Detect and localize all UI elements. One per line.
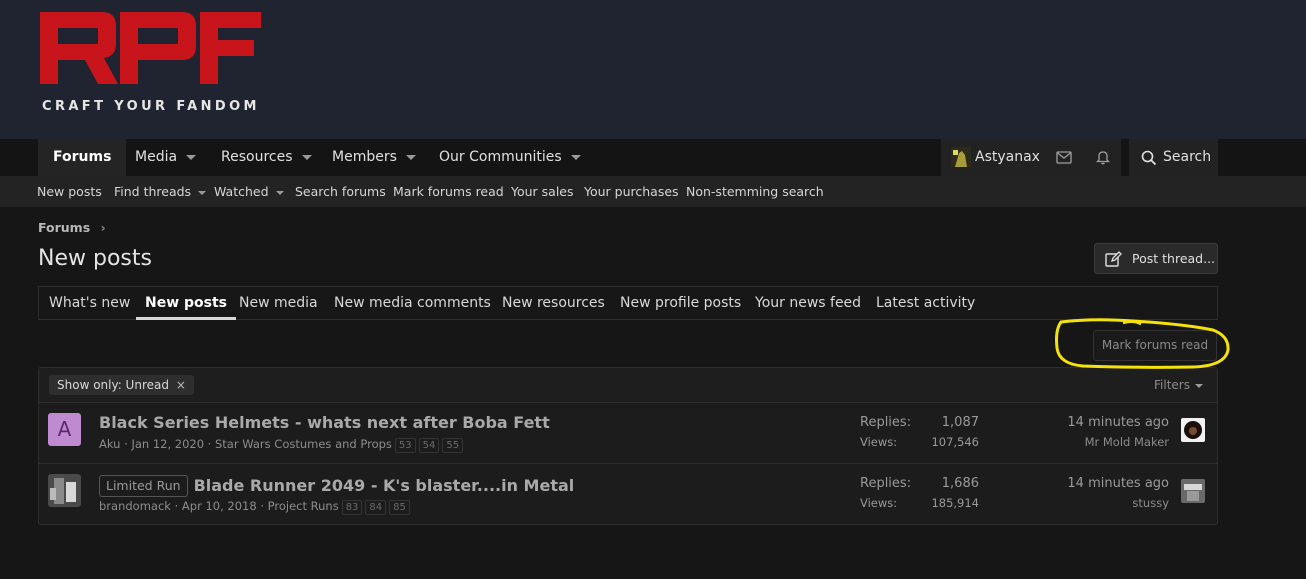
- thread-author[interactable]: Aku: [99, 437, 120, 451]
- subnav-watched[interactable]: Watched: [214, 176, 284, 207]
- last-post-time[interactable]: 14 minutes ago: [1067, 476, 1169, 491]
- user-account[interactable]: Astyanax: [949, 139, 1049, 176]
- last-post-user[interactable]: Mr Mold Maker: [1085, 435, 1169, 449]
- nav-resources[interactable]: Resources: [221, 139, 312, 176]
- page-title: New posts: [38, 246, 152, 271]
- highlight-annotation: [1055, 318, 1230, 369]
- last-post-user[interactable]: stussy: [1132, 496, 1169, 510]
- thread-row: A Black Series Helmets - whats next afte…: [39, 402, 1217, 463]
- avatar[interactable]: [1181, 479, 1205, 503]
- subnav-your-purchases[interactable]: Your purchases: [584, 176, 679, 207]
- tab-new-media[interactable]: New media: [239, 287, 318, 320]
- views-label: Views:: [860, 496, 898, 510]
- tab-latest-activity[interactable]: Latest activity: [876, 287, 975, 320]
- close-icon[interactable]: ×: [176, 378, 186, 392]
- avatar[interactable]: [1181, 418, 1205, 442]
- page-link[interactable]: 54: [418, 438, 440, 453]
- subnav-search-forums[interactable]: Search forums: [295, 176, 386, 207]
- subnav-new-posts[interactable]: New posts: [37, 176, 102, 207]
- tab-new-profile-posts[interactable]: New profile posts: [620, 287, 741, 320]
- chevron-down-icon[interactable]: [405, 154, 416, 160]
- thread-meta: brandomack · Apr 10, 2018 · Project Runs…: [99, 499, 410, 515]
- subnav-mark-forums-read[interactable]: Mark forums read: [393, 176, 504, 207]
- chevron-down-icon[interactable]: [570, 154, 581, 160]
- chevron-down-icon[interactable]: [301, 154, 312, 160]
- thread-forum[interactable]: Project Runs: [268, 499, 339, 513]
- tab-new-media-comments[interactable]: New media comments: [334, 287, 491, 320]
- thread-date[interactable]: Apr 10, 2018: [182, 499, 257, 513]
- filter-chip-unread[interactable]: Show only: Unread ×: [49, 375, 194, 395]
- chevron-down-icon[interactable]: [198, 190, 207, 195]
- site-header: CRAFT YOUR FANDOM: [0, 0, 1306, 139]
- replies-label: Replies:: [860, 415, 912, 430]
- thread-author[interactable]: brandomack: [99, 499, 171, 513]
- page-link[interactable]: 83: [341, 500, 363, 515]
- edit-icon: [1105, 251, 1122, 267]
- page-link[interactable]: 55: [442, 438, 464, 453]
- breadcrumb: Forums ›: [38, 220, 106, 235]
- whats-new-tabs: What's new New posts New media New media…: [38, 286, 1218, 320]
- thread-title[interactable]: Black Series Helmets - whats next after …: [99, 413, 550, 432]
- nav-members[interactable]: Members: [332, 139, 416, 176]
- thread-row: Limited Run Blade Runner 2049 - K's blast…: [39, 463, 1217, 524]
- sub-nav: New posts Find threads Watched Search fo…: [0, 176, 1306, 207]
- chevron-right-icon: ›: [100, 220, 106, 235]
- thread-prefix[interactable]: Limited Run: [99, 475, 188, 497]
- views-count: 107,546: [931, 435, 979, 449]
- page-link[interactable]: 85: [389, 500, 410, 515]
- tab-new-posts[interactable]: New posts: [136, 287, 237, 320]
- username: Astyanax: [975, 149, 1040, 165]
- replies-label: Replies:: [860, 476, 912, 491]
- user-bar: Astyanax: [941, 139, 1121, 176]
- tab-whats-new[interactable]: What's new: [49, 287, 130, 320]
- avatar: [951, 147, 971, 167]
- views-count: 185,914: [931, 496, 979, 510]
- chevron-down-icon[interactable]: [186, 154, 197, 160]
- subnav-non-stemming-search[interactable]: Non-stemming search: [686, 176, 824, 207]
- replies-count: 1,686: [941, 476, 979, 491]
- thread-forum[interactable]: Star Wars Costumes and Props: [215, 437, 392, 451]
- subnav-find-threads[interactable]: Find threads: [114, 176, 207, 207]
- search-icon: [1141, 150, 1157, 166]
- thread-meta: Aku · Jan 12, 2020 · Star Wars Costumes …: [99, 437, 464, 453]
- logo-tagline: CRAFT YOUR FANDOM: [42, 99, 260, 114]
- nav-media[interactable]: Media: [135, 139, 197, 176]
- chevron-down-icon[interactable]: [275, 190, 284, 195]
- post-thread-button[interactable]: Post thread...: [1094, 243, 1218, 274]
- filter-bar: Show only: Unread × Filters: [39, 368, 1217, 403]
- last-post-time[interactable]: 14 minutes ago: [1067, 415, 1169, 430]
- envelope-icon[interactable]: [1056, 151, 1072, 164]
- thread-date[interactable]: Jan 12, 2020: [131, 437, 204, 451]
- nav-forums[interactable]: Forums: [38, 139, 127, 176]
- page-link[interactable]: 84: [365, 500, 387, 515]
- tab-your-news-feed[interactable]: Your news feed: [755, 287, 861, 320]
- tab-new-resources[interactable]: New resources: [502, 287, 605, 320]
- replies-count: 1,087: [941, 415, 979, 430]
- thread-list: Show only: Unread × Filters A Black Seri…: [38, 367, 1218, 525]
- search-button[interactable]: Search: [1129, 139, 1218, 176]
- page-link[interactable]: 53: [394, 438, 416, 453]
- views-label: Views:: [860, 435, 898, 449]
- breadcrumb-forums[interactable]: Forums: [38, 220, 90, 235]
- thread-title[interactable]: Limited Run Blade Runner 2049 - K's blast…: [99, 475, 574, 497]
- chevron-down-icon: [1195, 383, 1203, 388]
- search-label: Search: [1163, 149, 1212, 165]
- bell-icon[interactable]: [1096, 150, 1110, 165]
- avatar[interactable]: A: [48, 413, 81, 446]
- avatar[interactable]: [48, 474, 81, 507]
- filters-menu[interactable]: Filters: [1154, 368, 1203, 403]
- subnav-your-sales[interactable]: Your sales: [511, 176, 574, 207]
- nav-our-communities[interactable]: Our Communities: [439, 139, 581, 176]
